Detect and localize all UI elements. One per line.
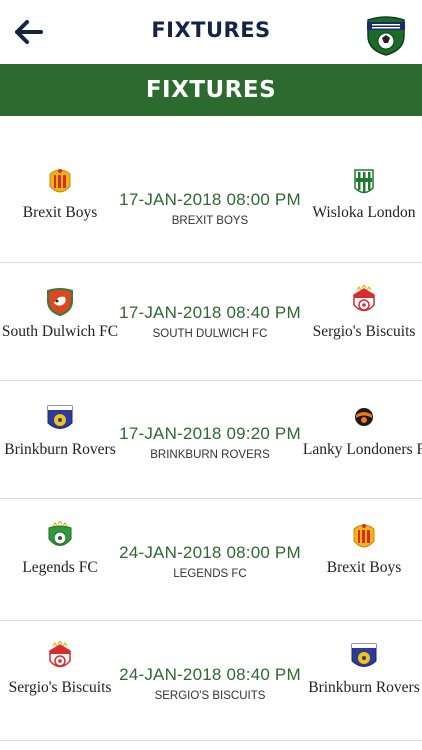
fixture-info: 17-JAN-2018 08:00 PM BREXIT BOYS	[110, 190, 310, 227]
banner-title: FIXTURES	[145, 77, 277, 103]
home-team: Brinkburn Rovers	[0, 403, 124, 459]
home-team: South Dulwich FC	[0, 285, 124, 341]
brinkburn-rovers-crest-icon	[349, 641, 379, 673]
home-team-name: South Dulwich FC	[1, 323, 119, 340]
home-team-name: Brinkburn Rovers	[4, 441, 116, 458]
fixture-info: 17-JAN-2018 08:40 PM SOUTH DULWICH FC	[110, 303, 310, 340]
south-dulwich-crest-icon	[45, 285, 75, 317]
home-team: Brexit Boys	[0, 166, 124, 222]
fixture-venue: LEGENDS FC	[173, 568, 247, 580]
home-team: Legends FC	[0, 521, 124, 577]
fixture-row[interactable]: South Dulwich FC 17-JAN-2018 08:40 PM SO…	[0, 263, 422, 381]
fixture-venue: BRINKBURN ROVERS	[150, 449, 270, 461]
fixtures-banner: FIXTURES	[0, 64, 422, 116]
away-team: Brinkburn Rovers	[300, 641, 422, 697]
fixture-venue: BREXIT BOYS	[171, 215, 249, 227]
home-team-name: Legends FC	[22, 559, 98, 576]
fixture-datetime: 17-JAN-2018 09:20 PM	[119, 424, 301, 443]
away-team: Lanky Londoners F	[300, 403, 422, 459]
legends-fc-crest-icon	[45, 521, 75, 553]
lanky-londoners-crest-icon	[349, 403, 379, 435]
fixture-info: 24-JAN-2018 08:40 PM SERGIO'S BISCUITS	[110, 665, 310, 702]
fixture-row[interactable]: Brexit Boys 17-JAN-2018 08:00 PM BREXIT …	[0, 144, 422, 262]
top-app-bar: FIXTURES	[0, 0, 422, 64]
brexit-boys-crest-icon	[45, 166, 75, 198]
brinkburn-rovers-crest-icon	[45, 403, 75, 435]
fixture-info: 24-JAN-2018 08:00 PM LEGENDS FC	[110, 543, 310, 580]
away-team: Sergio's Biscuits	[300, 285, 422, 341]
sergios-biscuits-crest-icon	[45, 641, 75, 673]
away-team-name: Brinkburn Rovers	[308, 679, 420, 696]
page-title: FIXTURES	[151, 18, 271, 42]
fixture-info: 17-JAN-2018 09:20 PM BRINKBURN ROVERS	[110, 424, 310, 461]
wisloka-london-crest-icon	[349, 166, 379, 198]
fixture-row[interactable]: Legends FC 24-JAN-2018 08:00 PM LEGENDS …	[0, 499, 422, 617]
away-team: Wisloka London	[300, 166, 422, 222]
fixture-row[interactable]: Sergio's Biscuits 24-JAN-2018 08:40 PM S…	[0, 621, 422, 739]
home-team-name: Sergio's Biscuits	[8, 679, 112, 696]
away-team: Brexit Boys	[300, 521, 422, 577]
home-team: Sergio's Biscuits	[0, 641, 124, 697]
fixture-datetime: 24-JAN-2018 08:40 PM	[119, 665, 301, 684]
fixture-datetime: 17-JAN-2018 08:00 PM	[119, 190, 301, 209]
fixture-venue: SOUTH DULWICH FC	[152, 328, 268, 340]
fixture-venue: SERGIO'S BISCUITS	[154, 690, 266, 702]
away-team-name: Brexit Boys	[326, 559, 402, 576]
sergios-biscuits-crest-icon	[349, 285, 379, 317]
brexit-boys-crest-icon	[349, 521, 379, 553]
fixture-datetime: 24-JAN-2018 08:00 PM	[119, 543, 301, 562]
fixture-row[interactable]: Brinkburn Rovers 17-JAN-2018 09:20 PM BR…	[0, 381, 422, 499]
away-team-name: Sergio's Biscuits	[312, 323, 416, 340]
away-team-name: Wisloka London	[312, 204, 416, 221]
row-divider	[0, 740, 422, 741]
home-team-name: Brexit Boys	[22, 204, 98, 221]
fixture-datetime: 17-JAN-2018 08:40 PM	[119, 303, 301, 322]
london-league-logo-icon	[364, 12, 408, 56]
away-team-name: Lanky Londoners F	[302, 441, 422, 458]
